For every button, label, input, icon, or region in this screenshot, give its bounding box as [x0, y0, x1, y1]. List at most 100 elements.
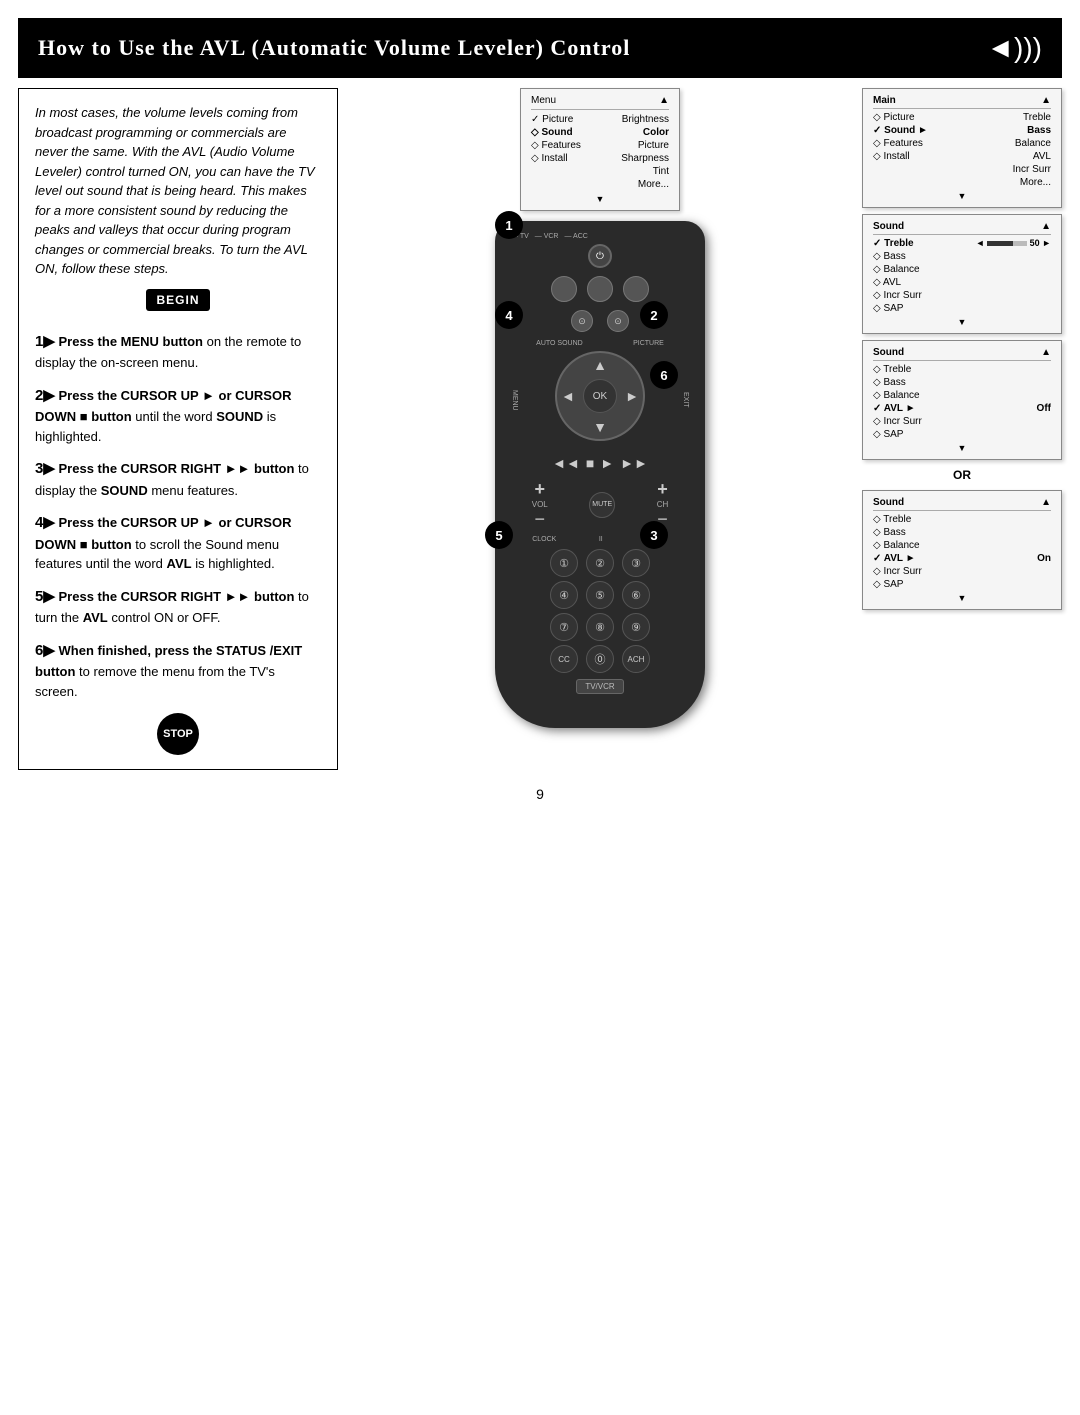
- menu-row: ◇ Incr Surr: [873, 289, 1051, 302]
- right-screen-3: Sound▲ ✓ Treble ◄ 50 ► ◇ Bass ◇ Balance …: [862, 214, 1062, 334]
- num-button-0[interactable]: ⓪: [586, 645, 614, 673]
- rewind-button[interactable]: ◄◄: [552, 455, 580, 471]
- menu-row: ◇ InstallAVL: [873, 150, 1051, 163]
- volume-icon: ◄))): [986, 32, 1042, 64]
- sound-label-2: Sound: [873, 497, 904, 508]
- menu-row: ◇ SAP: [873, 428, 1051, 441]
- power-row: ⏻: [511, 244, 689, 268]
- circle-button-1[interactable]: [551, 276, 577, 302]
- dpad-right-arrow[interactable]: ►: [625, 388, 639, 404]
- vol-minus-button[interactable]: −: [534, 509, 545, 530]
- num-button-4[interactable]: ④: [550, 581, 578, 609]
- menu-row: More...: [531, 178, 669, 191]
- ii-label: II: [599, 536, 603, 543]
- dpad-left-arrow[interactable]: ◄: [561, 388, 575, 404]
- menu-row: ◇ Bass: [873, 250, 1051, 263]
- menu-row: More...: [873, 176, 1051, 189]
- right-screen-2-header: Main▲: [873, 95, 1051, 109]
- circle-button-2[interactable]: [587, 276, 613, 302]
- auto-sound-label: AUTO SOUND: [536, 340, 583, 347]
- tvvcr-button[interactable]: TV/VCR: [576, 679, 623, 694]
- circle-button-3[interactable]: [623, 276, 649, 302]
- right-panel: Main▲ ◇ PictureTreble ✓ Sound ►Bass ◇ Fe…: [862, 88, 1062, 770]
- menu-row-selected: ◇ SoundColor: [531, 126, 669, 139]
- menu-row: ◇ FeaturesPicture: [531, 139, 669, 152]
- menu-row: ◇ Treble: [873, 363, 1051, 376]
- menu-row: ◇ PictureTreble: [873, 111, 1051, 124]
- stop-button[interactable]: ■: [586, 455, 594, 471]
- vol-mute-ch-row: + VOL − MUTE + CH −: [511, 479, 689, 530]
- num-button-8[interactable]: ⑧: [586, 613, 614, 641]
- left-instructions-panel: In most cases, the volume levels coming …: [18, 88, 338, 770]
- dpad-down-arrow[interactable]: ▼: [593, 419, 607, 435]
- sound-label: Sound: [873, 347, 904, 358]
- step-overlay-3: 3: [640, 521, 668, 549]
- num-button-3[interactable]: ③: [622, 549, 650, 577]
- ch-plus-button[interactable]: +: [657, 479, 668, 500]
- num-button-2[interactable]: ②: [586, 549, 614, 577]
- page-title: How to Use the AVL (Automatic Volume Lev…: [38, 35, 630, 61]
- settings-icon-2[interactable]: ⊙: [607, 310, 629, 332]
- stop-badge: STOP: [157, 713, 199, 755]
- dpad-up-arrow[interactable]: ▲: [593, 357, 607, 373]
- scroll-arrow: ▼: [873, 189, 1051, 201]
- power-button[interactable]: ⏻: [588, 244, 612, 268]
- step-overlay-4: 4: [495, 301, 523, 329]
- settings-icon-1[interactable]: ⊙: [571, 310, 593, 332]
- step-5: 5▶ Press the CURSOR RIGHT ►► button to t…: [35, 586, 321, 628]
- menu-screen-1-header: Menu ▲: [531, 95, 669, 110]
- numpad: ① ② ③ ④ ⑤ ⑥ ⑦ ⑧ ⑨: [511, 549, 689, 673]
- dpad-center[interactable]: OK: [583, 379, 617, 413]
- right-screen-4-header: Sound▲: [873, 347, 1051, 361]
- num-row-4: CC ⓪ ACH: [550, 645, 650, 673]
- acc-label: — ACC: [565, 233, 588, 240]
- num-button-6[interactable]: ⑥: [622, 581, 650, 609]
- num-row-1: ① ② ③: [550, 549, 650, 577]
- step-2: 2▶ Press the CURSOR UP ► or CURSOR DOWN …: [35, 385, 321, 447]
- menu-row: ◇ SAP: [873, 578, 1051, 591]
- circles-row: [511, 276, 689, 302]
- scroll-arrow: ▼: [873, 591, 1051, 603]
- dpad-ring: ▲ ▼ ◄ ► OK: [555, 351, 645, 441]
- avl-off-row: ✓ AVL ►Off: [873, 402, 1051, 415]
- right-screen-5-header: Sound▲: [873, 497, 1051, 511]
- cc-button[interactable]: CC: [550, 645, 578, 673]
- page-header: How to Use the AVL (Automatic Volume Lev…: [18, 18, 1062, 78]
- step-4: 4▶ Press the CURSOR UP ► or CURSOR DOWN …: [35, 512, 321, 574]
- scroll-arrow: ▼: [531, 191, 669, 204]
- menu-row: ◇ InstallSharpness: [531, 152, 669, 165]
- menu-row: ◇ Bass: [873, 376, 1051, 389]
- menu-row: ◇ SAP: [873, 302, 1051, 315]
- source-labels: — TV — VCR — ACC: [511, 233, 689, 240]
- num-button-9[interactable]: ⑨: [622, 613, 650, 641]
- function-labels-row: AUTO SOUND PICTURE: [511, 340, 689, 347]
- fastforward-button[interactable]: ►►: [620, 455, 648, 471]
- or-separator: OR: [862, 468, 1062, 482]
- play-button[interactable]: ►: [600, 455, 614, 471]
- menu-row: ◇ Balance: [873, 389, 1051, 402]
- right-screen-4: Sound▲ ◇ Treble ◇ Bass ◇ Balance ✓ AVL ►…: [862, 340, 1062, 460]
- tvvcr-row: TV/VCR: [511, 679, 689, 694]
- clock-label: CLOCK: [532, 536, 556, 543]
- scroll-arrow: ▼: [873, 441, 1051, 453]
- ach-button[interactable]: ACH: [622, 645, 650, 673]
- num-button-5[interactable]: ⑤: [586, 581, 614, 609]
- picture-label: PICTURE: [633, 340, 664, 347]
- top-menu-screens: Menu ▲ ✓ PictureBrightness ◇ SoundColor …: [348, 88, 852, 211]
- menu-row: ◇ AVL: [873, 276, 1051, 289]
- sound-treble-label: Sound: [873, 221, 904, 232]
- menu-row: ◇ FeaturesBalance: [873, 137, 1051, 150]
- volume-control: + VOL −: [532, 479, 548, 530]
- menu-row: ◇ Treble: [873, 513, 1051, 526]
- menu-row: ◇ Incr Surr: [873, 565, 1051, 578]
- step-overlay-6: 6: [650, 361, 678, 389]
- menu-label: MENU: [511, 390, 518, 411]
- vol-plus-button[interactable]: +: [534, 479, 545, 500]
- menu-row: ◇ Balance: [873, 263, 1051, 276]
- mute-button[interactable]: MUTE: [589, 492, 615, 518]
- menu-screen-1: Menu ▲ ✓ PictureBrightness ◇ SoundColor …: [520, 88, 680, 211]
- step-overlay-5: 5: [485, 521, 513, 549]
- num-button-1[interactable]: ①: [550, 549, 578, 577]
- menu-row: ◇ Incr Surr: [873, 415, 1051, 428]
- num-button-7[interactable]: ⑦: [550, 613, 578, 641]
